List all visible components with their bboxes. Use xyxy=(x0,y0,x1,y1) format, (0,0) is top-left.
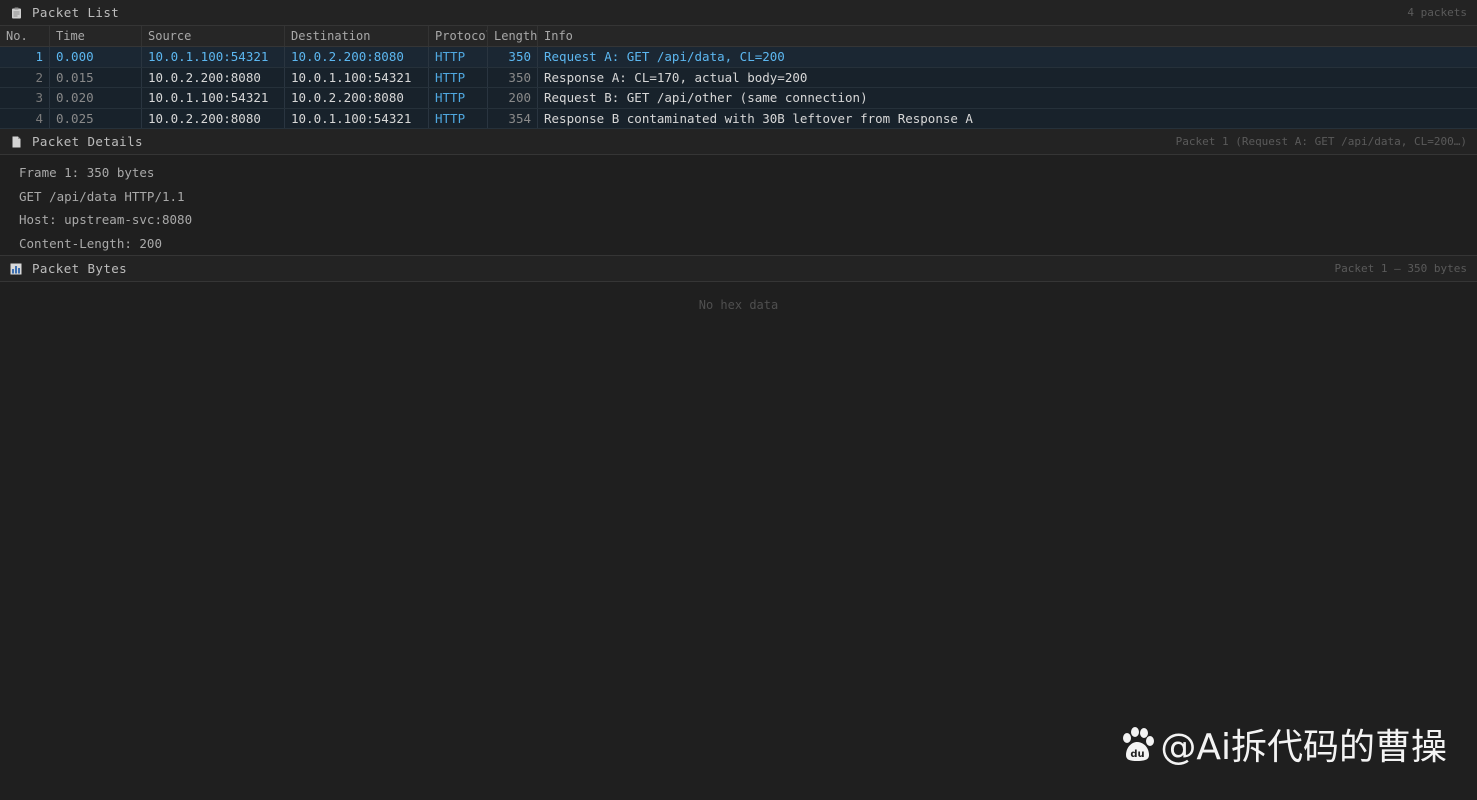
packet-details-header: Packet Details Packet 1 (Request A: GET … xyxy=(0,129,1477,155)
packet-destination: 10.0.2.200:8080 xyxy=(285,47,429,67)
bar-chart-icon xyxy=(10,263,22,275)
packet-length: 350 xyxy=(488,67,538,87)
detail-line[interactable]: Frame 1: 350 bytes xyxy=(19,161,1458,185)
packet-protocol: HTTP xyxy=(429,108,488,128)
packet-destination: 10.0.2.200:8080 xyxy=(285,88,429,108)
packet-source: 10.0.2.200:8080 xyxy=(142,67,285,87)
packet-count: 4 packets xyxy=(1407,6,1467,19)
packet-no: 4 xyxy=(0,108,50,128)
column-header-length[interactable]: Length xyxy=(488,26,538,46)
packet-bytes-title: Packet Bytes xyxy=(32,261,128,276)
packet-row[interactable]: 1 0.000 10.0.1.100:54321 10.0.2.200:8080… xyxy=(0,47,1477,68)
packet-time: 0.015 xyxy=(50,67,142,87)
column-header-no[interactable]: No. xyxy=(0,26,50,46)
packet-protocol: HTTP xyxy=(429,67,488,87)
packet-no: 3 xyxy=(0,88,50,108)
baidu-paw-icon: du xyxy=(1118,725,1156,763)
packet-list-title: Packet List xyxy=(32,5,120,20)
packet-info: Request A: GET /api/data, CL=200 xyxy=(544,49,785,64)
packet-protocol: HTTP xyxy=(429,88,488,108)
packet-no: 2 xyxy=(0,67,50,87)
packet-destination: 10.0.1.100:54321 xyxy=(285,67,429,87)
packet-bytes-header: Packet Bytes Packet 1 — 350 bytes xyxy=(0,256,1477,282)
column-header-time[interactable]: Time xyxy=(50,26,142,46)
packet-no: 1 xyxy=(0,47,50,67)
column-header-protocol[interactable]: Protocol xyxy=(429,26,488,46)
watermark: du @Ai拆代码的曹操 xyxy=(1118,718,1447,770)
packet-length: 350 xyxy=(488,47,538,67)
packet-info: Response B contaminated with 30B leftove… xyxy=(544,110,973,126)
packet-time: 0.000 xyxy=(50,47,142,67)
watermark-text: @Ai拆代码的曹操 xyxy=(1160,727,1447,768)
packet-row[interactable]: 3 0.020 10.0.1.100:54321 10.0.2.200:8080… xyxy=(0,88,1477,109)
column-header-info[interactable]: Info xyxy=(538,26,1477,46)
packet-info: Request B: GET /api/other (same connecti… xyxy=(544,90,868,105)
packet-bytes-meta: Packet 1 — 350 bytes xyxy=(1334,262,1467,275)
packet-time: 0.025 xyxy=(50,108,142,128)
packet-time: 0.020 xyxy=(50,88,142,108)
packet-list-rows: 1 0.000 10.0.1.100:54321 10.0.2.200:8080… xyxy=(0,47,1477,129)
clipboard-icon xyxy=(10,7,22,19)
packet-list-header: Packet List 4 packets xyxy=(0,0,1477,26)
svg-text:du: du xyxy=(1131,749,1145,760)
detail-line[interactable]: GET /api/data HTTP/1.1 xyxy=(19,185,1458,209)
packet-row[interactable]: 2 0.015 10.0.2.200:8080 10.0.1.100:54321… xyxy=(0,67,1477,88)
packet-source: 10.0.2.200:8080 xyxy=(142,108,285,128)
document-icon xyxy=(10,136,22,148)
packet-info: Response A: CL=170, actual body=200 xyxy=(544,69,808,85)
packet-length: 354 xyxy=(488,108,538,128)
column-header-source[interactable]: Source xyxy=(142,26,285,46)
packet-row[interactable]: 4 0.025 10.0.2.200:8080 10.0.1.100:54321… xyxy=(0,108,1477,129)
packet-list-column-headers: No. Time Source Destination Protocol Len… xyxy=(0,26,1477,47)
packet-details-meta: Packet 1 (Request A: GET /api/data, CL=2… xyxy=(1175,135,1467,148)
packet-details-body: Frame 1: 350 bytes GET /api/data HTTP/1.… xyxy=(0,155,1477,256)
packet-source: 10.0.1.100:54321 xyxy=(142,88,285,108)
column-header-destination[interactable]: Destination xyxy=(285,26,429,46)
detail-line[interactable]: Host: upstream-svc:8080 xyxy=(19,208,1458,232)
detail-line[interactable]: Content-Length: 200 xyxy=(19,232,1458,256)
packet-source: 10.0.1.100:54321 xyxy=(142,47,285,67)
packet-destination: 10.0.1.100:54321 xyxy=(285,108,429,128)
packet-length: 200 xyxy=(488,88,538,108)
packet-analyzer-window: Packet List 4 packets No. Time Source De… xyxy=(0,0,1477,800)
packet-protocol: HTTP xyxy=(429,47,488,67)
packet-details-title: Packet Details xyxy=(32,134,143,149)
no-hex-data-message: No hex data xyxy=(698,298,779,312)
